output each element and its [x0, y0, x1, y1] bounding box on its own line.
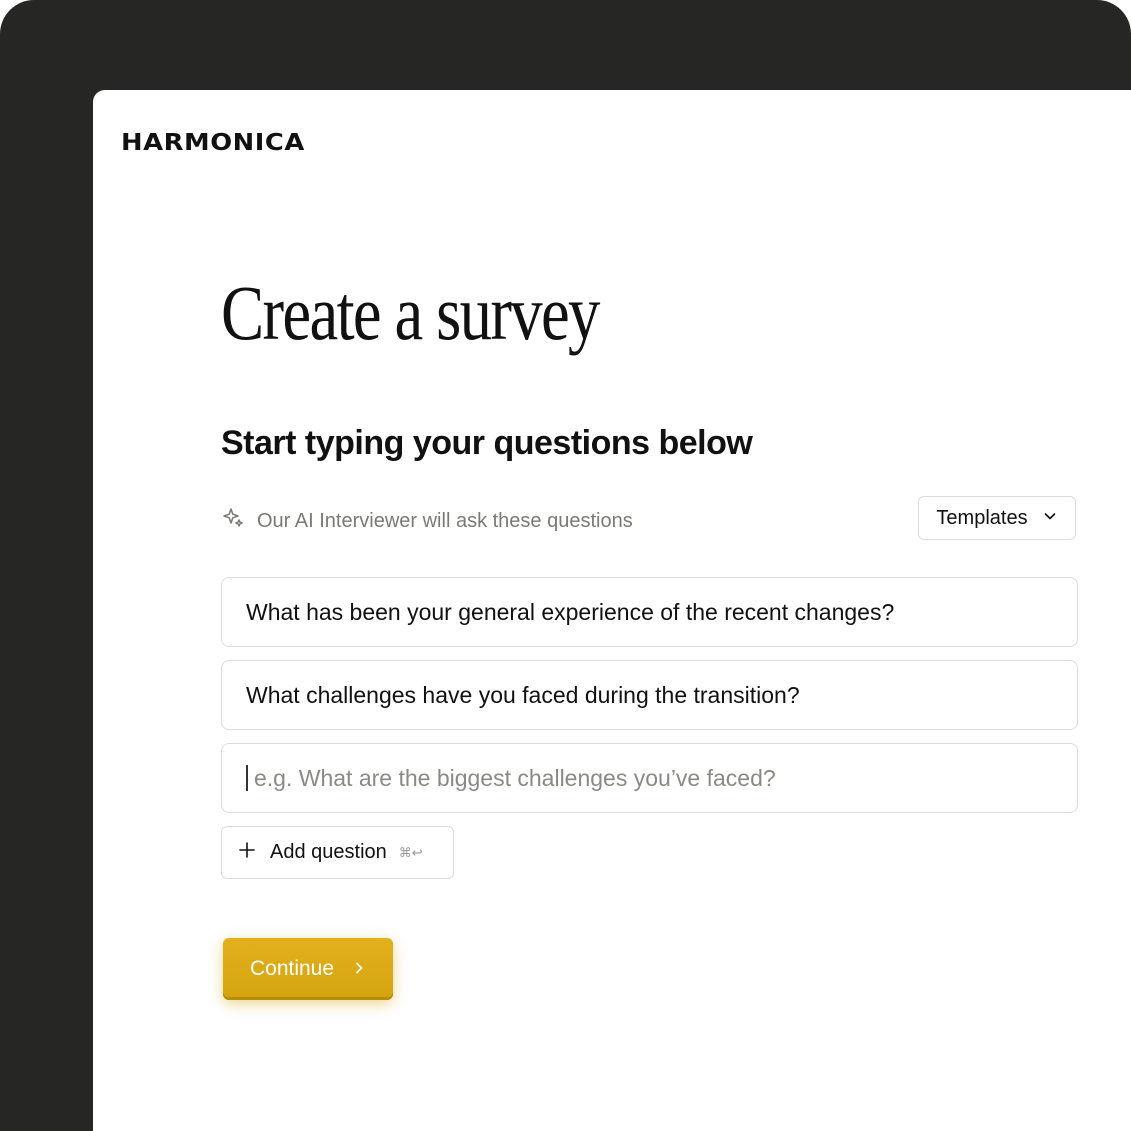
continue-button[interactable]: Continue [223, 938, 393, 1000]
ai-hint: Our AI Interviewer will ask these questi… [221, 506, 633, 536]
device-frame: HARMONICA Create a survey Start typing y… [0, 0, 1131, 1131]
logo[interactable]: HARMONICA [121, 130, 305, 156]
add-question-label: Add question [270, 841, 387, 863]
question-field-2[interactable]: What challenges have you faced during th… [221, 660, 1078, 730]
sparkle-icon [221, 506, 245, 536]
templates-label: Templates [936, 506, 1028, 529]
new-question-placeholder: e.g. What are the biggest challenges you… [254, 764, 776, 791]
new-question-input[interactable]: e.g. What are the biggest challenges you… [221, 743, 1078, 813]
app-window: HARMONICA Create a survey Start typing y… [93, 90, 1131, 1131]
chevron-right-icon [352, 957, 366, 981]
chevron-down-icon [1042, 507, 1058, 530]
page-title: Create a survey [221, 269, 600, 356]
plus-icon [238, 841, 256, 865]
question-field-1[interactable]: What has been your general experience of… [221, 577, 1078, 647]
text-cursor [246, 765, 248, 791]
keyboard-shortcut: ⌘↩ [398, 844, 423, 860]
continue-label: Continue [249, 957, 335, 980]
page-subtitle: Start typing your questions below [221, 424, 753, 462]
templates-dropdown[interactable]: Templates [918, 496, 1076, 540]
ai-hint-text: Our AI Interviewer will ask these questi… [257, 509, 633, 532]
question-text: What challenges have you faced during th… [246, 681, 800, 708]
add-question-button[interactable]: Add question ⌘↩ [221, 826, 454, 879]
question-text: What has been your general experience of… [246, 598, 895, 625]
